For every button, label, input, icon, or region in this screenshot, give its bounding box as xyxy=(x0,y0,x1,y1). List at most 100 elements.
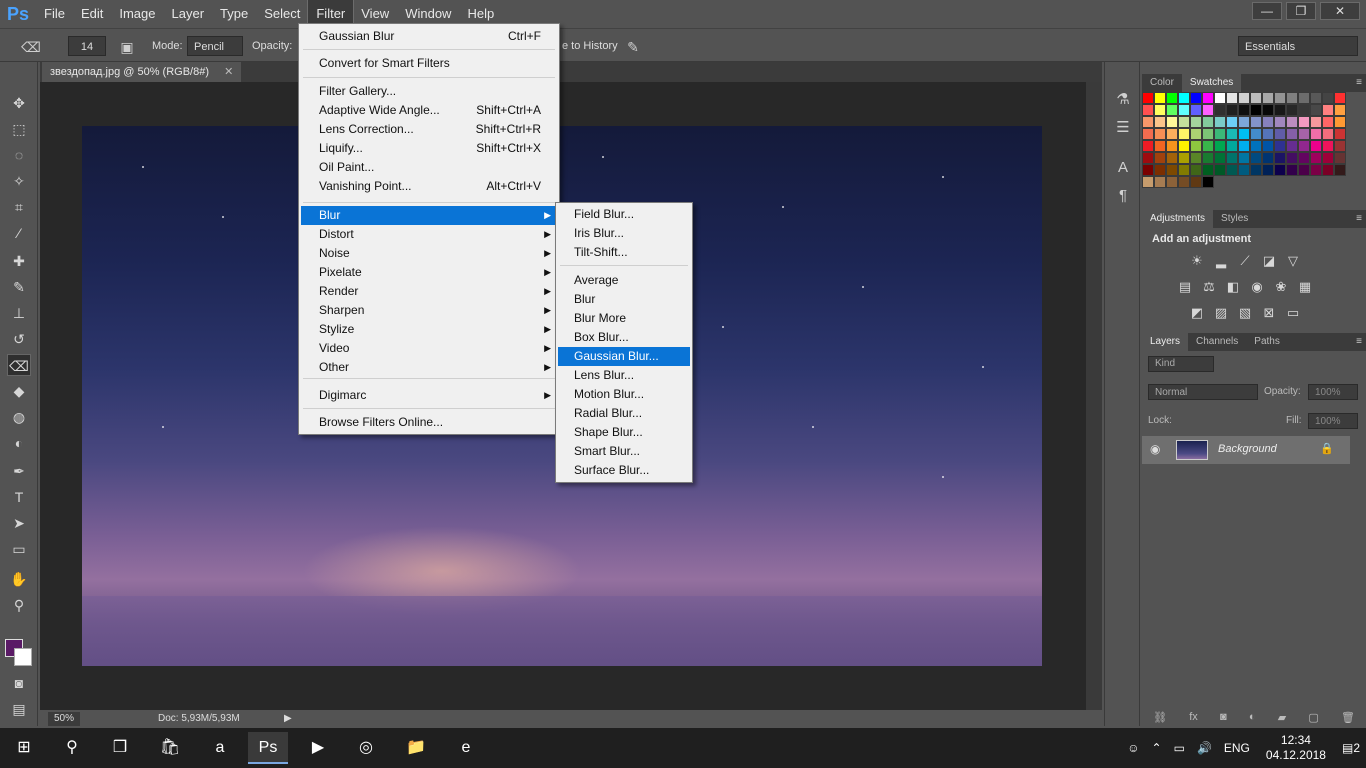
tab-layers[interactable]: Layers xyxy=(1142,333,1189,351)
color-balance-icon[interactable]: ⚖ xyxy=(1200,278,1218,296)
dodge-tool-icon[interactable]: ◐ xyxy=(7,432,31,454)
brush-size-picker[interactable]: 14 xyxy=(68,36,106,56)
eraser-preset-icon[interactable]: ⌫ xyxy=(20,36,42,58)
brush-tool-icon[interactable]: ✎ xyxy=(7,276,31,298)
minimize-button[interactable]: — xyxy=(1252,2,1282,20)
layer-row[interactable]: ◉ Background 🔒 xyxy=(1142,436,1350,464)
blur-item-1[interactable]: Iris Blur... xyxy=(558,224,690,243)
blur-item-g2-8[interactable]: Shape Blur... xyxy=(558,423,690,442)
screen-mode-icon[interactable]: ▤ xyxy=(7,698,31,720)
menu-type[interactable]: Type xyxy=(212,0,256,28)
exposure-icon[interactable]: ◪ xyxy=(1260,252,1278,270)
file-explorer-icon[interactable]: 📁 xyxy=(396,732,436,764)
zoom-tool-icon[interactable]: ⚲ xyxy=(7,594,31,616)
zoom-level[interactable]: 50% xyxy=(48,712,81,726)
fill-field[interactable]: 100% xyxy=(1308,413,1358,429)
hue-saturation-icon[interactable]: ▤ xyxy=(1176,278,1194,296)
pen-tool-icon[interactable]: ✒ xyxy=(7,460,31,482)
trash-icon[interactable]: 🗑 xyxy=(1341,711,1355,724)
menu-item-last-filter[interactable]: Gaussian Blur Ctrl+F xyxy=(301,27,557,46)
blur-item-2[interactable]: Tilt-Shift... xyxy=(558,243,690,262)
panel-menu-icon[interactable]: ≡ xyxy=(1356,333,1362,351)
chrome-icon[interactable]: ◎ xyxy=(346,732,386,764)
tray-expand-icon[interactable]: ⌃ xyxy=(1146,741,1168,755)
photoshop-taskbar-icon[interactable]: Ps xyxy=(248,732,288,764)
character-icon[interactable]: A xyxy=(1113,158,1133,178)
menu-image[interactable]: Image xyxy=(111,0,163,28)
search-icon[interactable]: ⚲ xyxy=(52,732,92,764)
brush-presets-icon[interactable]: ⚗ xyxy=(1113,90,1133,110)
tab-paths[interactable]: Paths xyxy=(1246,333,1288,351)
brush-settings-icon[interactable]: ☰ xyxy=(1113,118,1133,138)
close-tab-icon[interactable]: ✕ xyxy=(224,66,233,78)
erase-to-history-label[interactable]: e to History xyxy=(562,36,618,56)
menu-layer[interactable]: Layer xyxy=(164,0,213,28)
menu-item-submenu-5[interactable]: Sharpen ▶ xyxy=(301,301,557,320)
tab-adjustments[interactable]: Adjustments xyxy=(1142,210,1214,228)
vibrance-icon[interactable]: ▽ xyxy=(1284,252,1302,270)
status-menu-arrow-icon[interactable]: ▶ xyxy=(284,712,296,726)
healing-brush-tool-icon[interactable]: ✚ xyxy=(7,250,31,272)
blur-item-0[interactable]: Field Blur... xyxy=(558,205,690,224)
paint-bucket-tool-icon[interactable]: ◆ xyxy=(7,380,31,402)
menu-item-gallery-2[interactable]: Lens Correction... Shift+Ctrl+R xyxy=(301,120,557,139)
menu-item-convert-smart-filters[interactable]: Convert for Smart Filters xyxy=(301,54,557,73)
magic-wand-tool-icon[interactable]: ✧ xyxy=(7,170,31,192)
layer-kind-filter[interactable]: Kind xyxy=(1148,356,1214,372)
marquee-tool-icon[interactable]: ⬚ xyxy=(7,118,31,140)
notifications-icon[interactable]: ▤2 xyxy=(1336,741,1366,755)
color-lookup-icon[interactable]: ▦ xyxy=(1296,278,1314,296)
layer-name[interactable]: Background xyxy=(1218,443,1277,455)
swatches-grid[interactable] xyxy=(1142,92,1366,188)
menu-item-submenu-2[interactable]: Noise ▶ xyxy=(301,244,557,263)
new-group-icon[interactable]: ▰ xyxy=(1278,711,1286,724)
blur-item-g2-1[interactable]: Blur xyxy=(558,290,690,309)
pressure-icon[interactable]: ✎ xyxy=(622,36,644,58)
workspace-select[interactable]: Essentials xyxy=(1238,36,1358,56)
document-tab[interactable]: звездопад.jpg @ 50% (RGB/8#) ✕ xyxy=(42,62,242,82)
curves-icon[interactable]: ⟋ xyxy=(1236,252,1254,270)
menu-item-browse-filters[interactable]: Browse Filters Online... xyxy=(301,413,557,432)
blur-item-g2-2[interactable]: Blur More xyxy=(558,309,690,328)
menu-item-submenu-1[interactable]: Distort ▶ xyxy=(301,225,557,244)
move-tool-icon[interactable]: ✥ xyxy=(7,92,31,114)
store-icon[interactable]: 🛍 xyxy=(150,732,190,764)
windows-start-icon[interactable]: ⊞ xyxy=(4,732,44,764)
language-indicator[interactable]: ENG xyxy=(1218,741,1256,755)
tab-swatches[interactable]: Swatches xyxy=(1181,74,1242,92)
link-layers-icon[interactable]: ⛓ xyxy=(1153,711,1167,724)
panel-menu-icon[interactable]: ≡ xyxy=(1356,210,1362,228)
path-selection-tool-icon[interactable]: ➤ xyxy=(7,512,31,534)
channel-mixer-icon[interactable]: ❀ xyxy=(1272,278,1290,296)
rectangle-tool-icon[interactable]: ▭ xyxy=(7,538,31,560)
amazon-icon[interactable]: a xyxy=(200,732,240,764)
layer-style-icon[interactable]: fx xyxy=(1189,711,1198,723)
invert-icon[interactable]: ◩ xyxy=(1188,304,1206,322)
menu-item-gallery-1[interactable]: Adaptive Wide Angle... Shift+Ctrl+A xyxy=(301,101,557,120)
opacity-field[interactable]: 100% xyxy=(1308,384,1358,400)
blur-item-g2-9[interactable]: Smart Blur... xyxy=(558,442,690,461)
menu-item-submenu-4[interactable]: Render ▶ xyxy=(301,282,557,301)
close-button[interactable]: ✕ xyxy=(1320,2,1360,20)
background-color-swatch[interactable] xyxy=(14,648,32,666)
edge-icon[interactable]: e xyxy=(446,732,486,764)
blur-item-g2-6[interactable]: Motion Blur... xyxy=(558,385,690,404)
history-brush-tool-icon[interactable]: ↺ xyxy=(7,328,31,350)
menu-item-submenu-7[interactable]: Video ▶ xyxy=(301,339,557,358)
stamp-tool-icon[interactable]: ⊥ xyxy=(7,302,31,324)
black-white-icon[interactable]: ◧ xyxy=(1224,278,1242,296)
lasso-tool-icon[interactable]: ◌ xyxy=(7,144,31,166)
people-icon[interactable]: ☺ xyxy=(1121,741,1145,755)
media-player-icon[interactable]: ▶ xyxy=(298,732,338,764)
tab-color[interactable]: Color xyxy=(1142,74,1182,92)
selective-color-icon[interactable]: ⊠ xyxy=(1260,304,1278,322)
eyedropper-tool-icon[interactable]: ⁄ xyxy=(7,222,31,244)
crop-tool-icon[interactable]: ⌗ xyxy=(7,196,31,218)
tab-styles[interactable]: Styles xyxy=(1213,210,1256,228)
visibility-eye-icon[interactable]: ◉ xyxy=(1150,442,1160,456)
menu-item-gallery-3[interactable]: Liquify... Shift+Ctrl+X xyxy=(301,139,557,158)
paragraph-icon[interactable]: ¶ xyxy=(1113,186,1133,206)
blur-item-g2-3[interactable]: Box Blur... xyxy=(558,328,690,347)
clock[interactable]: 12:34 04.12.2018 xyxy=(1256,733,1336,763)
posterize-icon[interactable]: ▨ xyxy=(1212,304,1230,322)
